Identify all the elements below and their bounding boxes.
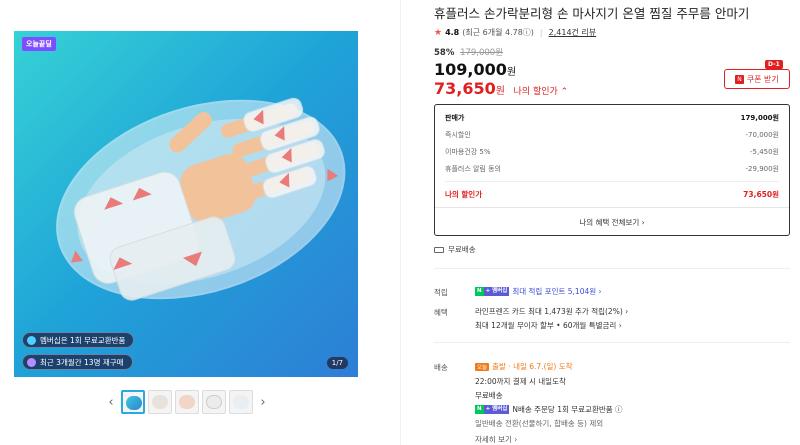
repurchase-icon — [27, 357, 36, 367]
sale-price: 109,000원 — [434, 60, 516, 79]
card-benefit-link[interactable]: 라인프렌즈 카드 최대 1,473원 추가 적립(2%) › — [475, 306, 628, 317]
points-label: 적립 — [434, 288, 448, 297]
rating-recent[interactable]: (최근 6개월 4.78ⓘ) — [462, 27, 534, 38]
separator: | — [539, 28, 543, 37]
thumbnail-strip: ‹ › — [104, 390, 270, 414]
delivery-cutoff: 22:00까지 결제 시 내일도착 — [475, 377, 566, 386]
my-price-label[interactable]: 나의 할인가 ⌃ — [514, 87, 569, 97]
price-breakdown: 판매가 179,000원 즉시할인 -70,000원 이마용건강 5% -5,4… — [434, 104, 790, 236]
npay-n: N — [475, 287, 484, 296]
breakdown-label: 휴플러스 알림 동의 — [445, 165, 501, 173]
thumbnail[interactable] — [121, 390, 145, 414]
free-shipping-label: 무료배송 — [448, 245, 476, 254]
my-discount-price[interactable]: 73,650원 나의 할인가 ⌃ — [434, 79, 568, 98]
today-ship-badge: 오늘 — [475, 362, 490, 371]
delivery-free: 무료배송 — [475, 391, 503, 400]
divider — [435, 207, 789, 208]
thumb-next-icon[interactable]: › — [256, 395, 270, 410]
breakdown-row: 이마용건강 5% -5,450원 — [445, 147, 779, 157]
discount-row: 58% 179,000원 — [434, 46, 503, 58]
points-row[interactable]: N + 멤버십 최대 적립 포인트 5,104원 › — [475, 286, 602, 297]
npay-membership-icon: N + 멤버십 — [475, 405, 510, 414]
membership-pill: 멤버십은 1회 무료교환반품 — [22, 332, 135, 348]
divider — [445, 181, 779, 182]
thumbnail[interactable] — [175, 390, 199, 414]
star-icon: ★ — [434, 27, 443, 38]
discount-percent: 58% — [434, 48, 455, 58]
breakdown-label: 즉시할인 — [445, 131, 471, 139]
thumbnail[interactable] — [229, 390, 253, 414]
divider — [400, 0, 401, 445]
npay-plus: + 멤버십 — [483, 287, 510, 296]
delivery-more-link[interactable]: 자세히 보기 › — [475, 434, 517, 445]
review-link[interactable]: 2,414건 리뷰 — [549, 27, 597, 38]
thumb-prev-icon[interactable]: ‹ — [104, 395, 118, 410]
rating-row: ★ 4.8 (최근 6개월 4.78ⓘ) | 2,414건 리뷰 — [434, 27, 596, 38]
coupon-button[interactable]: N 쿠폰 받기 — [724, 69, 790, 89]
sale-price-value: 109,000 — [434, 60, 507, 79]
today-deal-badge: 오늘끝딜 — [22, 37, 56, 51]
my-price-value: 73,650 — [434, 79, 496, 98]
breakdown-row: 판매가 179,000원 — [445, 113, 779, 123]
installment-link[interactable]: 최대 12개월 무이자 할부 • 60개월 특별금리 › — [475, 320, 622, 331]
product-title: 휴플러스 손가락분리형 손 마사지기 온열 찜질 주무름 안마기 — [434, 6, 750, 21]
npay-delivery-row: N + 멤버십 N배송 주문당 1회 무료교환반품 ⓘ — [475, 404, 623, 415]
dday-badge: D-1 — [765, 60, 783, 69]
breakdown-row: 즉시할인 -70,000원 — [445, 130, 779, 140]
image-counter: 1/7 — [326, 357, 348, 369]
breakdown-value: -29,900원 — [745, 165, 779, 173]
delivery-eta: 오늘 출발 · 내일 6.7.(일) 도착 — [475, 361, 573, 372]
breakdown-label: 이마용건강 5% — [445, 148, 491, 156]
rating-value: 4.8 — [445, 28, 460, 37]
original-price: 179,000원 — [460, 48, 504, 58]
my-price-row: 나의 할인가 73,650원 — [445, 189, 779, 200]
see-all-benefits-link[interactable]: 나의 혜택 전체보기 › — [435, 217, 789, 228]
breakdown-value: -70,000원 — [745, 131, 779, 139]
breakdown-value: 179,000원 — [740, 114, 779, 122]
product-page: 오늘끝딜 멤버십은 1회 무료교환반품 최근 3개월간 13명 재구매 1/7 … — [0, 0, 800, 445]
npay-delivery-text[interactable]: N배송 주문당 1회 무료교환반품 ⓘ — [512, 404, 622, 415]
npay-membership-icon: N + 멤버십 — [475, 287, 510, 296]
repurchase-pill: 최근 3개월간 13명 재구매 — [22, 354, 133, 370]
membership-icon — [27, 335, 36, 345]
breakdown-value: -5,450원 — [749, 148, 779, 156]
truck-icon — [434, 246, 444, 253]
my-price-row-value: 73,650원 — [743, 190, 779, 199]
npay-plus: + 멤버십 — [483, 405, 510, 414]
points-text[interactable]: 최대 적립 포인트 5,104원 › — [512, 286, 601, 297]
product-main-image[interactable]: 오늘끝딜 멤버십은 1회 무료교환반품 최근 3개월간 13명 재구매 1/7 — [14, 31, 358, 377]
divider — [434, 268, 790, 269]
free-shipping-row: 무료배송 — [434, 244, 476, 255]
sale-price-unit: 원 — [506, 67, 517, 78]
hand-massager-illustration — [56, 97, 346, 301]
delivery-eta-text: 출발 · 내일 6.7.(일) 도착 — [492, 362, 573, 371]
coupon-icon: N — [735, 74, 744, 84]
thumbnail[interactable] — [202, 390, 226, 414]
breakdown-label: 판매가 — [445, 114, 465, 122]
my-price-row-label: 나의 할인가 — [445, 190, 483, 199]
divider — [434, 342, 790, 343]
breakdown-row: 휴플러스 알림 동의 -29,900원 — [445, 164, 779, 174]
coupon-label: 쿠폰 받기 — [746, 74, 779, 84]
my-price-unit: 원 — [495, 86, 505, 97]
delivery-label: 배송 — [434, 363, 448, 372]
npay-n: N — [475, 405, 484, 414]
delivery-exclusion: 일반배송 전환(선물하기, 합배송 등) 제외 — [475, 419, 604, 428]
benefit-label: 혜택 — [434, 308, 448, 317]
thumbnail[interactable] — [148, 390, 172, 414]
